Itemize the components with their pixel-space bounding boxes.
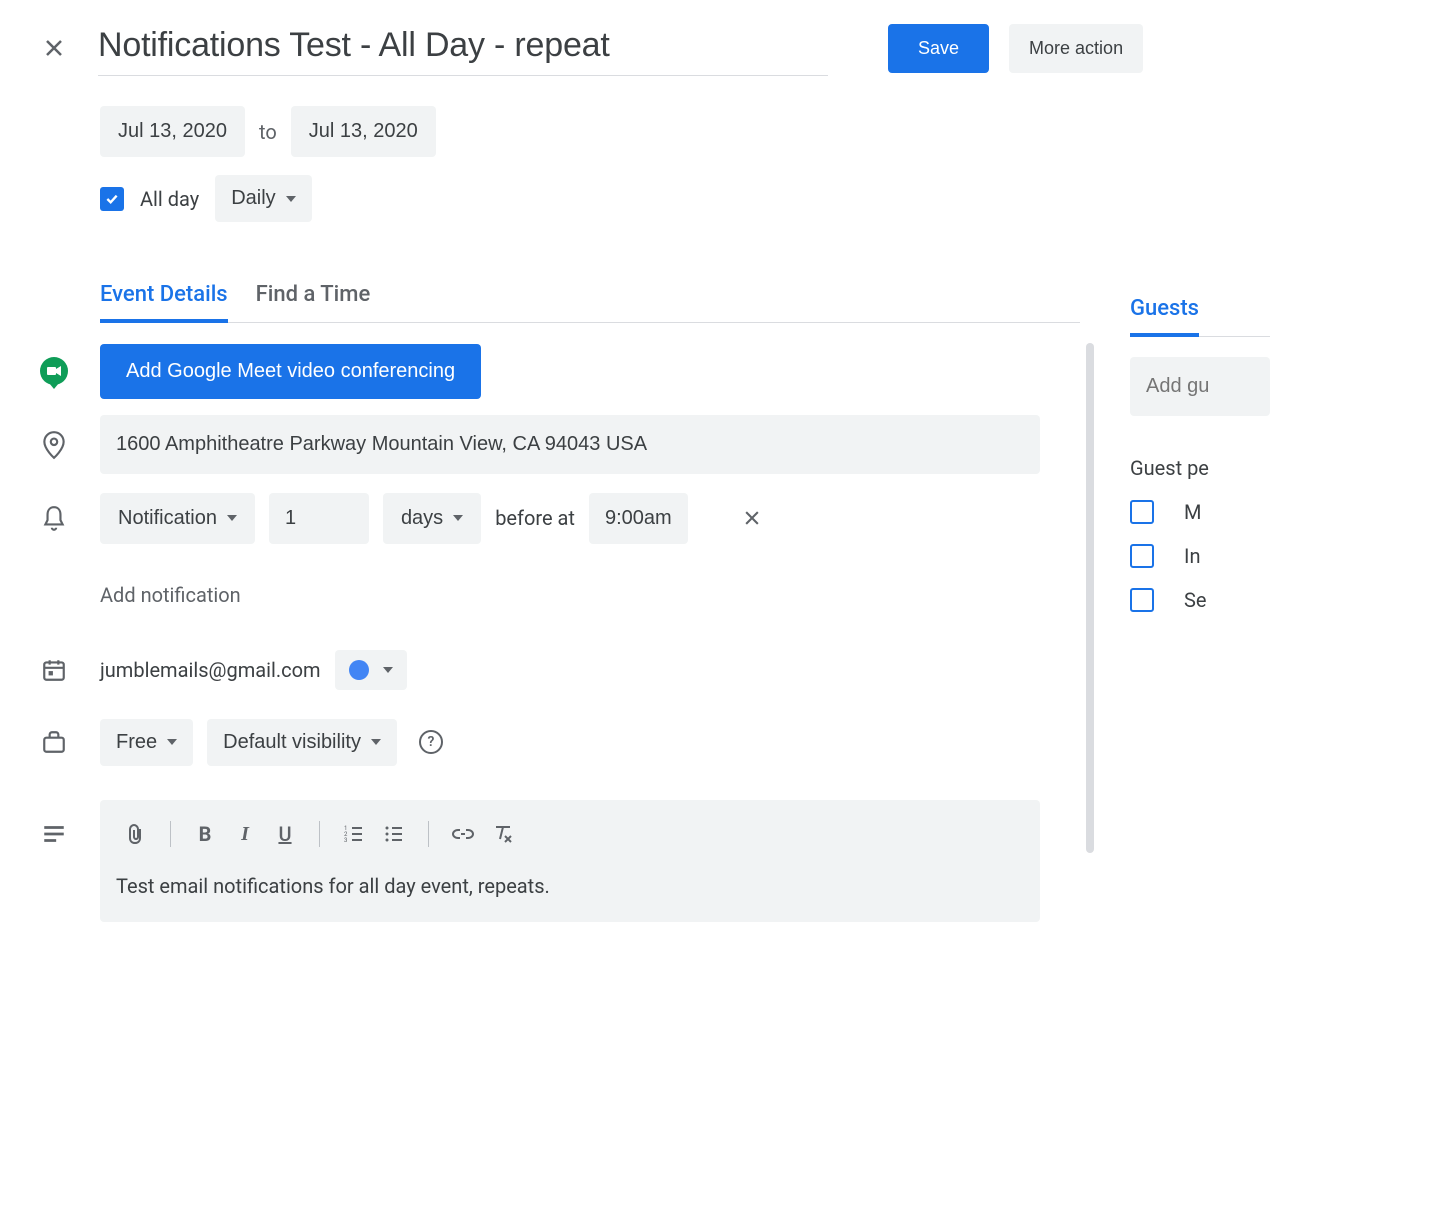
bell-icon	[41, 504, 67, 532]
caret-down-icon	[453, 515, 463, 521]
close-icon	[742, 508, 762, 528]
to-label: to	[257, 120, 279, 144]
question-icon: ?	[428, 734, 435, 750]
end-date-chip[interactable]: Jul 13, 2020	[291, 106, 436, 157]
more-actions-button[interactable]: More action	[1009, 24, 1143, 73]
save-button[interactable]: Save	[888, 24, 989, 73]
italic-button[interactable]: I	[225, 814, 265, 854]
tab-find-a-time[interactable]: Find a Time	[256, 282, 371, 323]
location-input[interactable]	[100, 415, 1040, 474]
close-icon	[42, 36, 66, 60]
bulleted-list-button[interactable]	[374, 814, 414, 854]
numbered-list-button[interactable]: 123	[334, 814, 374, 854]
bulleted-list-icon	[384, 825, 404, 843]
calendar-icon	[41, 657, 67, 683]
notification-type-value: Notification	[118, 507, 217, 530]
add-notification-button[interactable]: Add notification	[100, 563, 241, 617]
calendar-color-dropdown[interactable]	[335, 650, 407, 690]
notification-type-dropdown[interactable]: Notification	[100, 493, 255, 544]
meet-icon	[40, 357, 68, 385]
numbered-list-icon: 123	[344, 825, 364, 843]
caret-down-icon	[227, 515, 237, 521]
briefcase-icon	[41, 730, 67, 754]
notification-unit-value: days	[401, 507, 443, 530]
all-day-checkbox[interactable]	[100, 187, 124, 211]
clear-formatting-button[interactable]	[483, 814, 523, 854]
caret-down-icon	[383, 667, 393, 673]
close-button[interactable]	[30, 24, 78, 72]
description-editor[interactable]: B I U 123	[100, 800, 1040, 922]
color-swatch	[349, 660, 369, 680]
calendar-email: jumblemails@gmail.com	[100, 658, 321, 682]
perm-invite-checkbox[interactable]	[1130, 544, 1154, 568]
perm-modify-checkbox[interactable]	[1130, 500, 1154, 524]
editor-toolbar: B I U 123	[100, 800, 1040, 864]
recurrence-dropdown[interactable]: Daily	[215, 175, 311, 222]
svg-text:3: 3	[344, 837, 347, 843]
all-day-label: All day	[140, 187, 199, 211]
visibility-value: Default visibility	[223, 731, 361, 754]
clear-format-icon	[492, 824, 514, 844]
perm-see-checkbox[interactable]	[1130, 588, 1154, 612]
location-icon	[41, 430, 67, 460]
notification-number-input[interactable]	[269, 493, 369, 544]
separator	[319, 821, 320, 847]
tab-guests[interactable]: Guests	[1130, 296, 1199, 337]
notification-time-chip[interactable]: 9:00am	[589, 493, 688, 544]
perm-invite-label: In	[1184, 544, 1200, 568]
attach-button[interactable]	[116, 814, 156, 854]
underline-button[interactable]: U	[265, 814, 305, 854]
separator	[428, 821, 429, 847]
description-icon	[41, 824, 67, 844]
caret-down-icon	[286, 196, 296, 202]
separator	[170, 821, 171, 847]
tab-event-details[interactable]: Event Details	[100, 282, 228, 323]
remove-notification-button[interactable]	[732, 498, 772, 538]
add-google-meet-button[interactable]: Add Google Meet video conferencing	[100, 344, 481, 399]
availability-dropdown[interactable]: Free	[100, 719, 193, 766]
event-title-input[interactable]	[98, 20, 828, 76]
perm-see-label: Se	[1184, 588, 1206, 612]
guest-permissions-label: Guest pe	[1130, 456, 1270, 480]
link-button[interactable]	[443, 814, 483, 854]
caret-down-icon	[167, 739, 177, 745]
add-guests-input[interactable]	[1130, 357, 1270, 416]
before-at-label: before at	[495, 506, 575, 530]
paperclip-icon	[126, 823, 146, 845]
start-date-chip[interactable]: Jul 13, 2020	[100, 106, 245, 157]
visibility-help-button[interactable]: ?	[419, 730, 443, 754]
perm-modify-label: M	[1184, 500, 1201, 524]
notification-unit-dropdown[interactable]: days	[383, 493, 481, 544]
availability-value: Free	[116, 731, 157, 754]
link-icon	[452, 828, 474, 840]
recurrence-value: Daily	[231, 187, 275, 210]
description-text[interactable]: Test email notifications for all day eve…	[100, 864, 1040, 898]
bold-button[interactable]: B	[185, 814, 225, 854]
caret-down-icon	[371, 739, 381, 745]
visibility-dropdown[interactable]: Default visibility	[207, 719, 397, 766]
